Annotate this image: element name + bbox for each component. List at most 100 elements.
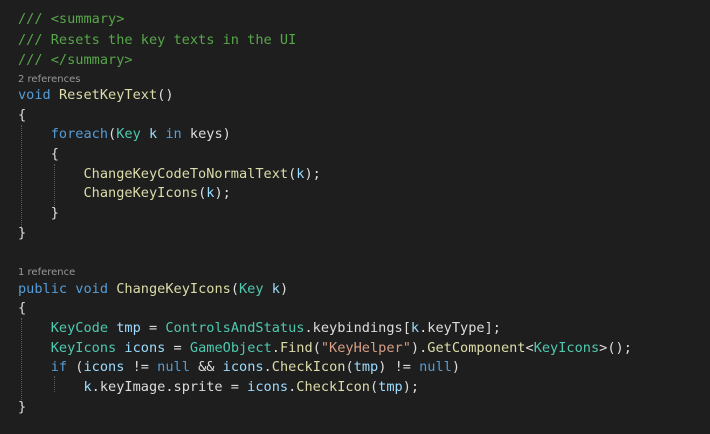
code-line-5[interactable]: {: [18, 106, 26, 125]
identifier-token: k: [410, 320, 420, 336]
identifier-token: icons: [247, 379, 289, 395]
code-text: }: [18, 399, 27, 415]
type-token: KeyIcons: [533, 340, 600, 356]
keyword-token: in: [165, 126, 182, 142]
comment-token: /// Resets the key texts in the UI: [18, 32, 297, 48]
identifier-token: icons: [222, 359, 264, 375]
code-text: .keybindings[: [304, 320, 411, 336]
code-text: ): [279, 281, 289, 297]
type-token: ControlsAndStatus: [165, 320, 305, 336]
code-text: (: [369, 379, 379, 395]
code-text: .keyImage.sprite =: [91, 379, 248, 395]
code-editor[interactable]: /// <summary> /// Resets the key texts i…: [0, 0, 710, 434]
string-token: "KeyHelper": [320, 340, 411, 356]
identifier-token: tmp: [353, 359, 379, 375]
code-text: !=: [124, 359, 158, 375]
identifier-token: icons: [124, 340, 166, 356]
identifier-token: k: [148, 126, 158, 142]
code-text: (: [108, 126, 117, 142]
code-text: .: [263, 359, 272, 375]
type-token: GameObject: [189, 340, 272, 356]
identifier-token: icons: [83, 359, 125, 375]
code-line-6[interactable]: foreach(Key k in keys): [18, 125, 231, 144]
code-line-13[interactable]: {: [18, 299, 26, 318]
method-token: ChangeKeyIcons: [116, 281, 231, 297]
type-token: KeyIcons: [50, 340, 117, 356]
identifier-token: k: [83, 379, 92, 395]
code-text: =: [165, 340, 190, 356]
code-text: {: [18, 146, 59, 162]
code-line-9[interactable]: ChangeKeyIcons(k);: [18, 184, 231, 203]
identifier-token: tmp: [378, 379, 403, 395]
code-text: (: [345, 359, 354, 375]
method-token: Find: [279, 340, 313, 356]
code-line-16[interactable]: if (icons != null && icons.CheckIcon(tmp…: [18, 358, 460, 377]
code-text: (: [312, 340, 321, 356]
code-line-2[interactable]: /// Resets the key texts in the UI: [18, 31, 296, 50]
code-line-14[interactable]: KeyCode tmp = ControlsAndStatus.keybindi…: [18, 319, 501, 338]
type-token: Key: [116, 126, 141, 142]
comment-token: /// </summary>: [18, 52, 133, 68]
keyword-token: null: [419, 359, 452, 375]
method-token: ChangeKeyCodeToNormalText: [83, 166, 289, 182]
code-line-4[interactable]: void ResetKeyText(): [18, 86, 174, 105]
code-text: .: [271, 340, 280, 356]
identifier-token: k: [271, 281, 280, 297]
code-text: ): [451, 359, 461, 375]
comment-token: /// <summary>: [18, 11, 125, 27]
method-token: ChangeKeyIcons: [83, 185, 199, 201]
code-line-1[interactable]: /// <summary>: [18, 10, 124, 29]
keyword-token: foreach: [50, 126, 109, 142]
method-token: CheckIcon: [296, 379, 370, 395]
keyword-token: null: [157, 359, 190, 375]
identifier-token: tmp: [116, 320, 141, 336]
code-line-10[interactable]: }: [18, 204, 59, 223]
method-token: ResetKeyText: [58, 87, 158, 103]
code-text: .keyType];: [419, 320, 501, 336]
code-line-8[interactable]: ChangeKeyCodeToNormalText(k);: [18, 165, 321, 184]
codelens-change-key-icons[interactable]: 1 reference: [18, 266, 75, 280]
code-text: keys): [181, 126, 231, 142]
codelens-reset-key-text[interactable]: 2 references: [18, 73, 81, 87]
code-line-18[interactable]: }: [18, 398, 26, 417]
method-token: GetComponent: [427, 340, 526, 356]
code-text: ).: [410, 340, 428, 356]
code-text: (: [230, 281, 239, 297]
code-text: );: [402, 379, 420, 395]
keyword-token: public: [18, 281, 68, 297]
method-token: CheckIcon: [271, 359, 346, 375]
code-text: (: [67, 359, 84, 375]
keyword-token: void: [75, 281, 109, 297]
code-text: (): [157, 87, 174, 103]
code-line-17[interactable]: k.keyImage.sprite = icons.CheckIcon(tmp)…: [18, 378, 419, 397]
code-text: );: [304, 166, 321, 182]
code-text: }: [18, 225, 27, 241]
keyword-token: if: [50, 359, 68, 375]
code-text: );: [214, 185, 231, 201]
code-line-11[interactable]: }: [18, 224, 26, 243]
type-token: Key: [239, 281, 264, 297]
keyword-token: void: [18, 87, 51, 103]
code-text: >();: [599, 340, 632, 356]
code-text: {: [18, 300, 27, 316]
code-line-7[interactable]: {: [18, 145, 59, 164]
code-text: {: [18, 107, 27, 123]
code-line-15[interactable]: KeyIcons icons = GameObject.Find("KeyHel…: [18, 339, 632, 358]
code-text: ) !=: [378, 359, 420, 375]
code-line-3[interactable]: /// </summary>: [18, 51, 133, 70]
code-text: =: [140, 320, 166, 336]
code-text: &&: [189, 359, 223, 375]
code-line-12[interactable]: public void ChangeKeyIcons(Key k): [18, 280, 288, 299]
type-token: KeyCode: [50, 320, 109, 336]
